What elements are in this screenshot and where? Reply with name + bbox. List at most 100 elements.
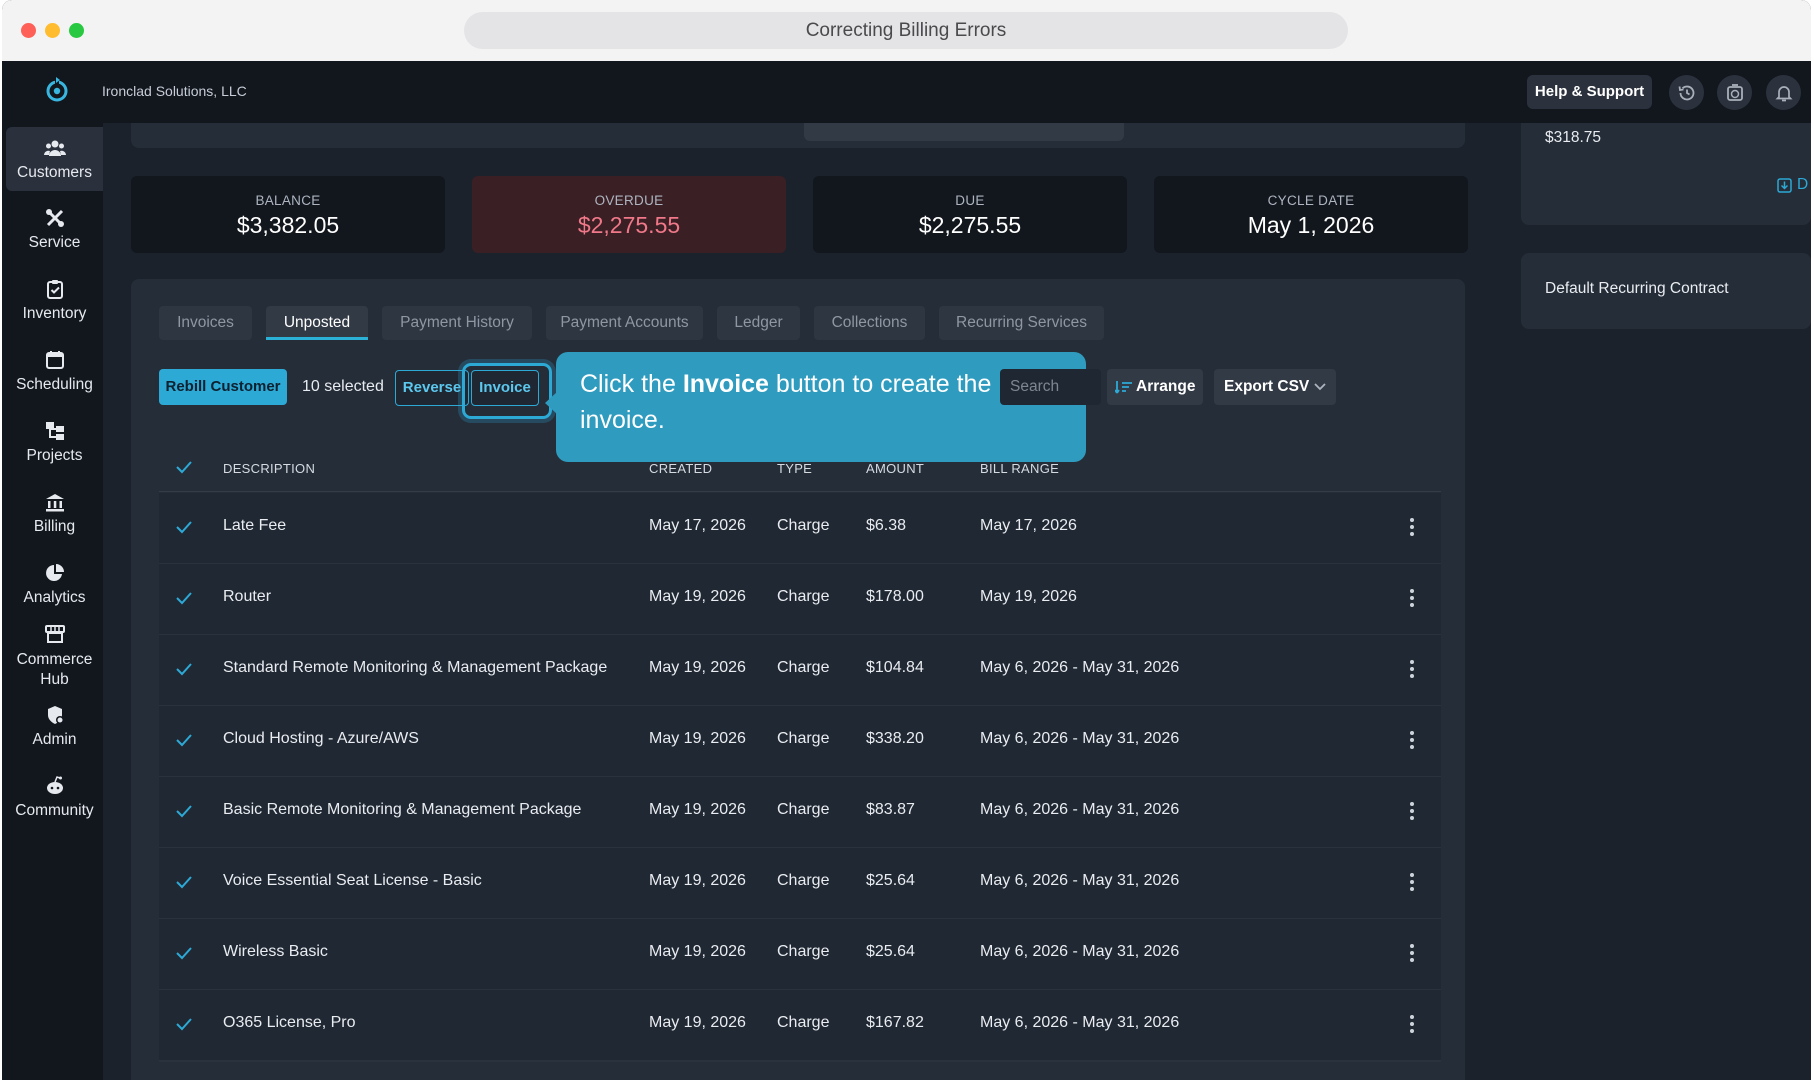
sidebar-item-service[interactable]: Service xyxy=(6,207,103,252)
row-menu-kebab-icon[interactable] xyxy=(1409,515,1415,539)
row-menu-kebab-icon[interactable] xyxy=(1409,657,1415,681)
community-icon xyxy=(46,776,63,794)
tab-unposted[interactable]: Unposted xyxy=(266,306,368,340)
cell-amount: $6.38 xyxy=(866,517,907,534)
row-menu-kebab-icon[interactable] xyxy=(1409,799,1415,823)
due-value: $2,275.55 xyxy=(918,212,1022,238)
download-link-fragment[interactable]: D xyxy=(1797,176,1808,194)
download-icon[interactable] xyxy=(1777,178,1792,193)
table-row[interactable]: Cloud Hosting - Azure/AWS May 19, 2026 Cha… xyxy=(159,706,1441,778)
tab-ledger[interactable]: Ledger xyxy=(717,306,800,340)
cell-amount: $83.87 xyxy=(866,801,915,818)
sidebar-item-inventory[interactable]: Inventory xyxy=(6,278,103,323)
cell-type: Charge xyxy=(777,588,830,605)
row-menu-kebab-icon[interactable] xyxy=(1409,728,1415,752)
chevron-down-icon xyxy=(1314,383,1326,391)
column-header-created[interactable]: CREATED xyxy=(649,461,712,476)
cell-bill-range: May 6, 2026 - May 31, 2026 xyxy=(980,1014,1180,1031)
app-logo-icon[interactable] xyxy=(42,75,72,105)
cell-created: May 19, 2026 xyxy=(649,801,746,818)
selected-count: 10 selected xyxy=(302,378,384,395)
sidebar-item-label: Scheduling xyxy=(16,376,93,393)
arrange-button[interactable]: Arrange xyxy=(1107,369,1203,405)
browser-window: Correcting Billing Errors Ironclad Solut… xyxy=(2,0,1811,1080)
cell-bill-range: May 6, 2026 - May 31, 2026 xyxy=(980,659,1180,676)
row-menu-kebab-icon[interactable] xyxy=(1409,870,1415,894)
row-checkbox[interactable] xyxy=(174,517,194,537)
sidebar-item-customers[interactable]: Customers xyxy=(6,127,103,191)
overdue-card: OVERDUE $2,275.55 xyxy=(472,176,786,253)
column-header-bill-range[interactable]: BILL RANGE xyxy=(980,461,1059,476)
row-menu-kebab-icon[interactable] xyxy=(1409,1012,1415,1036)
tab-recurring-services[interactable]: Recurring Services xyxy=(939,306,1104,340)
rebill-customer-button[interactable]: Rebill Customer xyxy=(159,369,287,405)
column-header-amount[interactable]: AMOUNT xyxy=(866,461,924,476)
timer-button[interactable] xyxy=(1717,75,1752,110)
contract-card[interactable]: Default Recurring Contract xyxy=(1521,253,1811,329)
minimize-window-button[interactable] xyxy=(45,23,60,38)
row-checkbox[interactable] xyxy=(174,872,194,892)
cell-type: Charge xyxy=(777,943,830,960)
reverse-button[interactable]: Reverse xyxy=(395,370,469,406)
notifications-button[interactable] xyxy=(1766,75,1801,110)
sidebar-item-admin[interactable]: Admin xyxy=(6,704,103,749)
cell-description: Voice Essential Seat License - Basic xyxy=(223,872,482,889)
due-card: DUE $2,275.55 xyxy=(813,176,1127,253)
row-checkbox[interactable] xyxy=(174,943,194,963)
cell-amount: $104.84 xyxy=(866,659,924,676)
cell-type: Charge xyxy=(777,517,830,534)
cell-description: Basic Remote Monitoring & Management Pac… xyxy=(223,801,582,818)
export-csv-button[interactable]: Export CSV xyxy=(1214,369,1336,405)
row-checkbox[interactable] xyxy=(174,659,194,679)
help-support-button[interactable]: Help & Support xyxy=(1527,75,1652,109)
cell-created: May 19, 2026 xyxy=(649,943,746,960)
cell-created: May 19, 2026 xyxy=(649,872,746,889)
sidebar-item-billing[interactable]: Billing xyxy=(6,491,103,536)
overdue-value: $2,275.55 xyxy=(577,212,681,238)
row-menu-kebab-icon[interactable] xyxy=(1409,586,1415,610)
balance-value: $3,382.05 xyxy=(236,212,340,238)
overdue-label: OVERDUE xyxy=(594,193,664,208)
row-checkbox[interactable] xyxy=(174,1014,194,1034)
table-row[interactable]: Wireless Basic May 19, 2026 Charge $25.64 Ma… xyxy=(159,919,1441,991)
tab-payment-history[interactable]: Payment History xyxy=(382,306,532,340)
table-row[interactable]: Late Fee May 17, 2026 Charge $6.38 May 17, 2… xyxy=(159,493,1441,565)
zoom-window-button[interactable] xyxy=(69,23,84,38)
search-input[interactable]: Search xyxy=(1000,369,1101,405)
sidebar-item-scheduling[interactable]: Scheduling xyxy=(6,349,103,394)
tab-collections[interactable]: Collections xyxy=(814,306,925,340)
row-checkbox[interactable] xyxy=(174,801,194,821)
close-window-button[interactable] xyxy=(21,23,36,38)
sidebar-item-commerce-hub[interactable]: Commerce Hub xyxy=(6,623,103,690)
callout-text-pre: Click the xyxy=(580,370,683,398)
tab-invoices[interactable]: Invoices xyxy=(159,306,252,340)
row-checkbox[interactable] xyxy=(174,588,194,608)
cell-type: Charge xyxy=(777,801,830,818)
company-name[interactable]: Ironclad Solutions, LLC xyxy=(102,83,247,99)
cell-description: Router xyxy=(223,588,272,605)
invoice-button[interactable]: Invoice xyxy=(471,370,539,406)
sidebar-item-label: Analytics xyxy=(23,589,86,606)
row-checkbox[interactable] xyxy=(174,730,194,750)
history-button[interactable] xyxy=(1669,75,1704,110)
sidebar-item-projects[interactable]: Projects xyxy=(6,420,103,465)
row-menu-kebab-icon[interactable] xyxy=(1409,941,1415,965)
section-tab-selected[interactable] xyxy=(804,123,1124,141)
select-all-checkbox[interactable] xyxy=(174,457,194,477)
title-bar: Correcting Billing Errors xyxy=(2,0,1811,61)
sidebar-item-label: Projects xyxy=(26,447,83,464)
sidebar-item-analytics[interactable]: Analytics xyxy=(6,562,103,607)
column-header-description[interactable]: DESCRIPTION xyxy=(223,461,315,476)
table-row[interactable]: Voice Essential Seat License - Basic May … xyxy=(159,848,1441,920)
cell-description: Cloud Hosting - Azure/AWS xyxy=(223,730,419,747)
cell-bill-range: May 17, 2026 xyxy=(980,517,1077,534)
table-row[interactable]: Basic Remote Monitoring & Management Pac… xyxy=(159,777,1441,849)
tab-payment-accounts[interactable]: Payment Accounts xyxy=(546,306,703,340)
balance-card: BALANCE $3,382.05 xyxy=(131,176,445,253)
table-row[interactable]: O365 License, Pro May 19, 2026 Charge $167.… xyxy=(159,990,1441,1062)
sidebar-item-label: Service xyxy=(28,234,81,251)
table-row[interactable]: Standard Remote Monitoring & Management … xyxy=(159,635,1441,707)
column-header-type[interactable]: TYPE xyxy=(777,461,812,476)
sidebar-item-community[interactable]: Community xyxy=(6,775,103,820)
table-row[interactable]: Router May 19, 2026 Charge $178.00 May 19, 2… xyxy=(159,564,1441,636)
